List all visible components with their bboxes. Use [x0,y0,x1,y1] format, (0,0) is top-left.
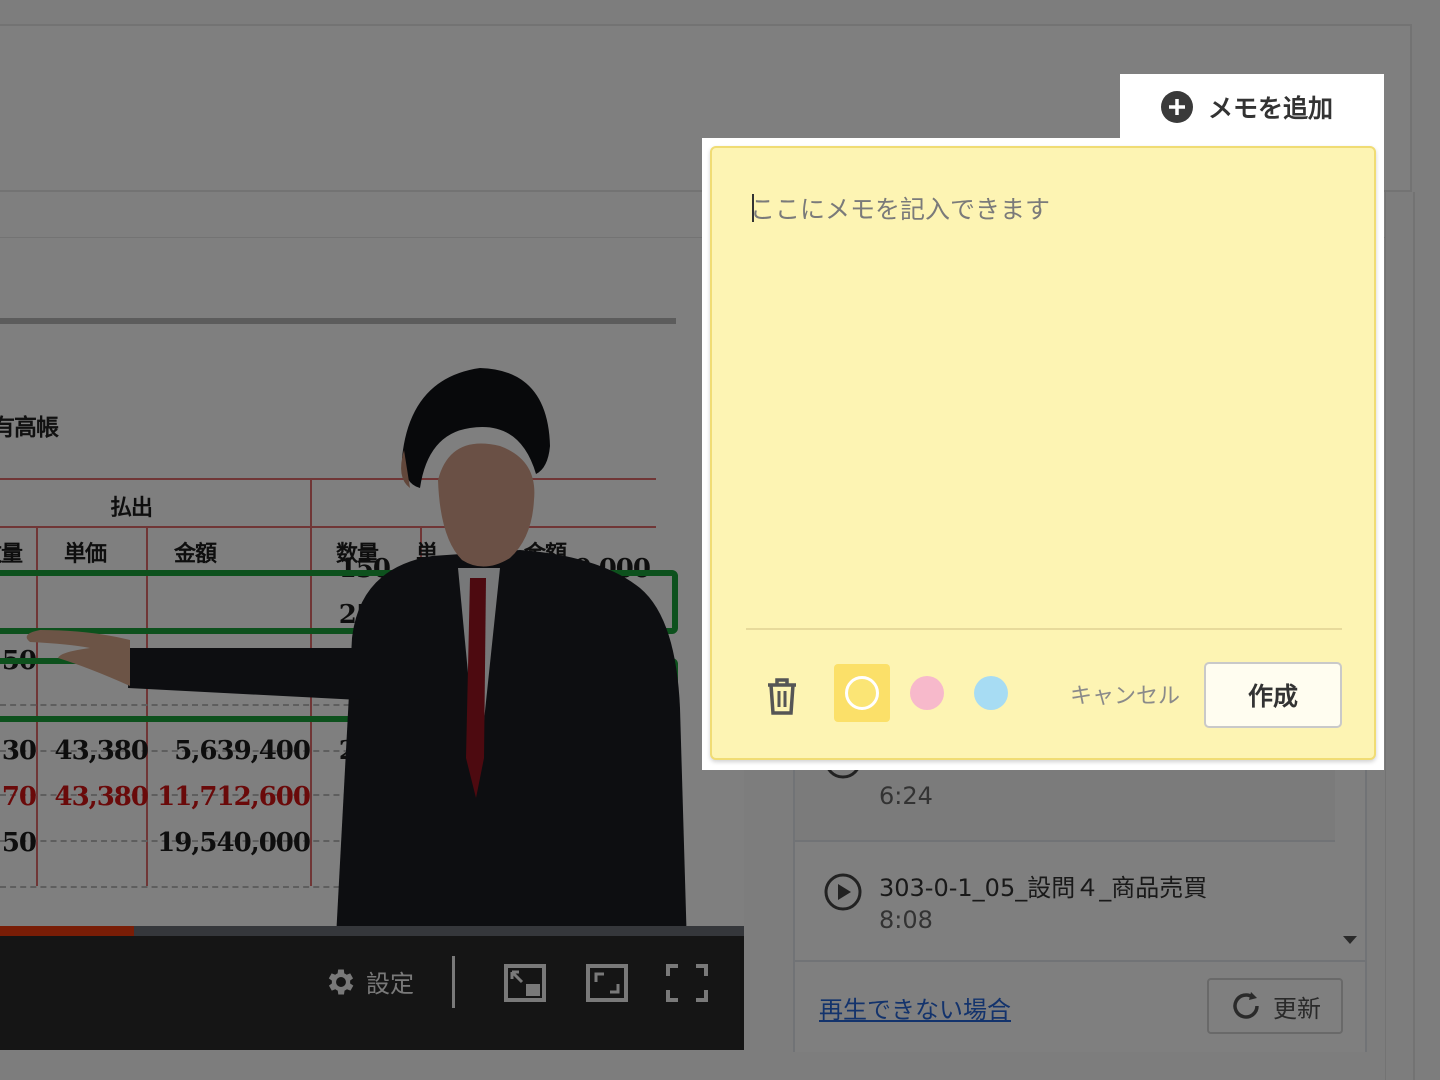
color-swatch-yellow[interactable] [834,664,890,722]
memo-textarea[interactable] [750,190,1340,610]
color-swatch-pink[interactable] [899,664,955,722]
create-button[interactable]: 作成 [1204,662,1342,728]
yellow-circle-icon [845,676,879,710]
pink-circle-icon [910,676,944,710]
plus-circle-icon [1161,91,1193,123]
text-caret [752,194,754,222]
add-memo-label: メモを追加 [1208,94,1334,123]
blue-circle-icon [974,676,1008,710]
add-memo-tab[interactable]: メモを追加 [1120,74,1384,140]
memo-divider [746,628,1342,630]
trash-icon[interactable] [760,674,804,718]
cancel-button[interactable]: キャンセル [1070,678,1180,710]
memo-card: キャンセル 作成 [710,146,1376,760]
color-swatch-blue[interactable] [963,664,1019,722]
